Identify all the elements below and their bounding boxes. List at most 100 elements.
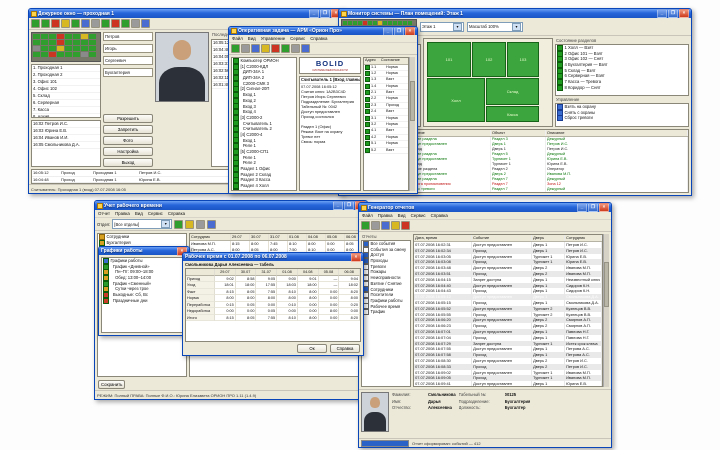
zone-state-cell[interactable] (89, 40, 96, 45)
plan-room[interactable]: Касса (486, 106, 539, 122)
titlebar[interactable]: Генератор отчетов _ ❐ × (359, 203, 611, 212)
partition-state-cell[interactable] (398, 21, 402, 25)
menu-item[interactable]: Справка (310, 36, 327, 41)
zone-state-cell[interactable] (89, 46, 96, 51)
toolbar-button-icon[interactable] (261, 44, 270, 53)
floor-plan[interactable]: 101 102 103 Холл Склад Касса (423, 38, 553, 127)
toolbar-button-icon[interactable] (111, 19, 120, 28)
partition-state-cell[interactable] (343, 21, 347, 25)
zoom-select[interactable]: Масштаб 100% ▾ (467, 22, 523, 32)
zone-state-cell[interactable] (65, 34, 72, 39)
action-button[interactable]: Запретить (103, 125, 153, 134)
partition-state-cell[interactable] (388, 21, 392, 25)
plan-room[interactable]: 103 (507, 42, 539, 77)
list-item[interactable]: 16:05 Смольникова Д.А. (32, 142, 100, 149)
list-item[interactable]: 2. Проходная 2 (32, 72, 100, 79)
toolbar-button-icon[interactable] (231, 44, 240, 53)
toolbar-button-icon[interactable] (121, 19, 130, 28)
toolbar-button-icon[interactable] (185, 220, 194, 229)
tree-item[interactable]: Праздничные дни (102, 298, 186, 304)
toolbar-button-icon[interactable] (251, 44, 260, 53)
zone-state-cell[interactable] (41, 34, 48, 39)
partition-state-cell[interactable] (373, 21, 377, 25)
zone-state-cell[interactable] (33, 46, 40, 51)
plan-room[interactable]: Склад (486, 78, 539, 105)
plan-room[interactable]: 102 (472, 42, 506, 77)
zone-state-cell[interactable] (57, 40, 64, 45)
list-item[interactable]: 16:03 Юрина Е.В. (32, 128, 100, 135)
toolbar-button-icon[interactable] (241, 44, 250, 53)
menu-item[interactable]: Справка (168, 211, 185, 216)
action-button[interactable]: Настройка (103, 147, 153, 156)
list-item[interactable]: 3. Офис 101 (32, 79, 100, 86)
action-button[interactable]: Фото (103, 136, 153, 145)
dialog-button[interactable]: Справка (330, 344, 360, 353)
zone-state-cell[interactable] (81, 40, 88, 45)
column-header[interactable]: Событие (408, 130, 491, 136)
titlebar[interactable]: Оперативная задача — АРМ «Орион Про» _ ❐… (229, 27, 417, 35)
toolbar-button-icon[interactable] (141, 19, 150, 28)
control-item[interactable]: Сброс тревоги (556, 115, 688, 121)
menu-item[interactable]: Файл (362, 213, 373, 218)
toolbar-button-icon[interactable] (91, 19, 100, 28)
zone-state-cell[interactable] (33, 52, 40, 57)
titlebar[interactable]: Учет рабочего времени _ ❐ × (95, 201, 367, 210)
zone-state-cell[interactable] (33, 40, 40, 45)
titlebar[interactable]: Рабочее время с 01.07.2008 по 06.07.2008… (183, 253, 363, 261)
plan-room[interactable]: 101 (427, 42, 471, 77)
zone-state-cell[interactable] (81, 52, 88, 57)
menu-item[interactable]: Справка (431, 213, 448, 218)
zone-state-cell[interactable] (41, 46, 48, 51)
zone-state-cell[interactable] (33, 34, 40, 39)
column-header[interactable]: 30.07 (250, 234, 269, 240)
column-header[interactable]: Адрес (365, 58, 376, 64)
titlebar[interactable]: Дежурное окно — проходная 1 _ ❐ × (29, 9, 343, 18)
menu-item[interactable]: Управление (261, 36, 285, 41)
column-header[interactable]: Состояние (381, 58, 400, 64)
list-item[interactable]: 6. Серверная (32, 100, 100, 107)
partition-state-cell[interactable] (353, 21, 357, 25)
partition-state-cell[interactable] (378, 21, 382, 25)
zone-state-cell[interactable] (57, 52, 64, 57)
zone-state-cell[interactable] (81, 46, 88, 51)
zone-state-cell[interactable] (65, 46, 72, 51)
zone-state-cell[interactable] (73, 46, 80, 51)
zone-state-cell[interactable] (89, 52, 96, 57)
column-header[interactable]: Объект (491, 130, 546, 136)
toolbar-button-icon[interactable] (51, 19, 60, 28)
list-item[interactable]: 16:04 Иванов И.И. (32, 135, 100, 142)
menu-item[interactable]: Отчет (98, 211, 110, 216)
zone-state-cell[interactable] (65, 52, 72, 57)
zone-state-cell[interactable] (89, 34, 96, 39)
toolbar-button-icon[interactable] (131, 19, 140, 28)
tree-item[interactable]: 8 Коридор — Снят (556, 85, 688, 91)
toolbar-button-icon[interactable] (61, 19, 70, 28)
toolbar-button-icon[interactable] (41, 19, 50, 28)
toolbar-button-icon[interactable] (361, 221, 370, 230)
zone-state-cell[interactable] (81, 34, 88, 39)
menu-item[interactable]: Сервис (290, 36, 305, 41)
column-header[interactable]: 01.08 (288, 234, 307, 240)
menu-item[interactable]: Файл (232, 36, 243, 41)
zone-state-cell[interactable] (73, 52, 80, 57)
grid-row[interactable]: 5.2 Взят (364, 148, 408, 154)
toolbar-button-icon[interactable] (301, 44, 310, 53)
menu-item[interactable]: Вид (248, 36, 256, 41)
zone-state-cell[interactable] (65, 40, 72, 45)
column-header[interactable]: Событие (472, 235, 532, 241)
zone-state-cell[interactable] (49, 52, 56, 57)
partition-state-cell[interactable] (363, 21, 367, 25)
grid-row[interactable]: Итого 8:15 8:05 7:55 8:10 8:00 0:00 8:20 (186, 315, 360, 322)
toolbar-button-icon[interactable] (174, 220, 183, 229)
table-row[interactable]: 07.07.2008 16:09:41 Доступ предоставлен … (414, 381, 602, 386)
zone-state-cell[interactable] (41, 40, 48, 45)
menu-item[interactable]: Вид (135, 211, 143, 216)
column-header[interactable]: 04.08 (307, 234, 326, 240)
action-button[interactable]: Разрешить (103, 114, 153, 123)
partition-state-cell[interactable] (408, 21, 412, 25)
toolbar-button-icon[interactable] (196, 220, 205, 229)
toolbar-button-icon[interactable] (381, 221, 390, 230)
list-item[interactable]: 8. Архив (32, 114, 100, 118)
menu-item[interactable]: Правка (378, 213, 393, 218)
toolbar-button-icon[interactable] (391, 221, 400, 230)
